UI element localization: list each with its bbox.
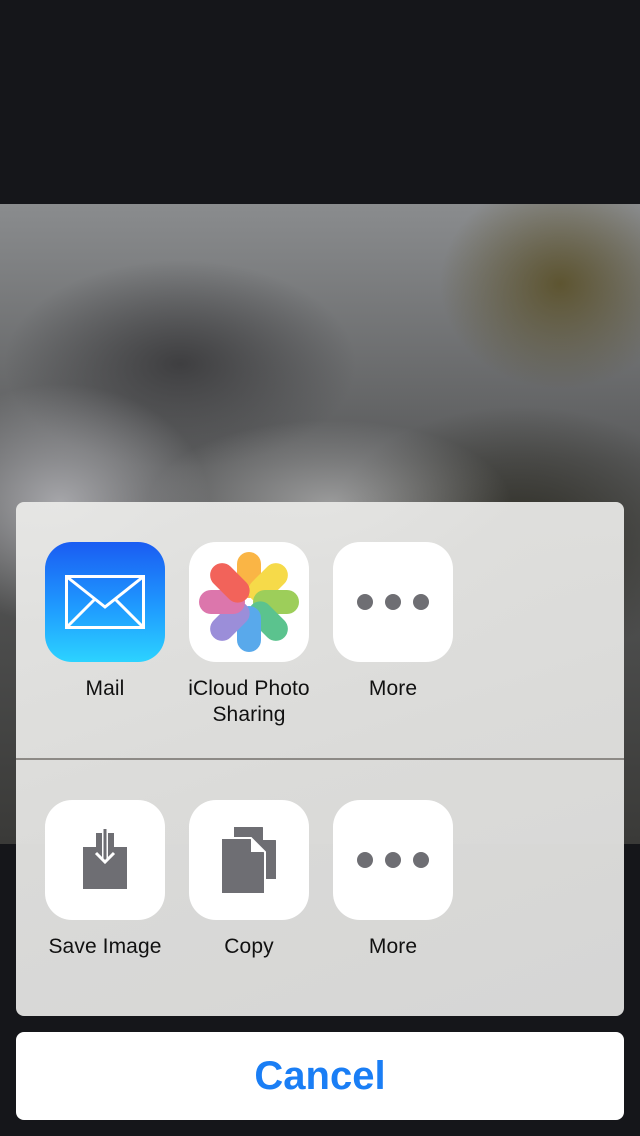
share-mail-label: Mail: [85, 677, 125, 700]
save-image-item[interactable]: Save Image: [33, 800, 177, 960]
action-row[interactable]: Save Image Copy More: [16, 760, 624, 1016]
share-sheet: Mail iCloud Photo Sharing More Save Imag…: [16, 502, 624, 1016]
cancel-button[interactable]: Cancel: [16, 1032, 624, 1120]
share-app-row[interactable]: Mail iCloud Photo Sharing More: [16, 502, 624, 758]
share-icloud-photo-label: iCloud Photo Sharing: [188, 677, 310, 726]
save-image-icon[interactable]: [45, 800, 165, 920]
action-more-label: More: [368, 935, 418, 958]
share-more-item[interactable]: More: [321, 542, 465, 702]
save-image-label: Save Image: [48, 935, 162, 958]
share-mail-item[interactable]: Mail: [33, 542, 177, 702]
action-more-item[interactable]: More: [321, 800, 465, 960]
mail-icon[interactable]: [45, 542, 165, 662]
more-dots-icon[interactable]: [333, 800, 453, 920]
photos-icon[interactable]: [189, 542, 309, 662]
copy-label: Copy: [224, 935, 274, 958]
share-icloud-photo-item[interactable]: iCloud Photo Sharing: [177, 542, 321, 728]
share-more-label: More: [368, 677, 418, 700]
copy-item[interactable]: Copy: [177, 800, 321, 960]
more-dots-icon[interactable]: [333, 542, 453, 662]
copy-icon[interactable]: [189, 800, 309, 920]
